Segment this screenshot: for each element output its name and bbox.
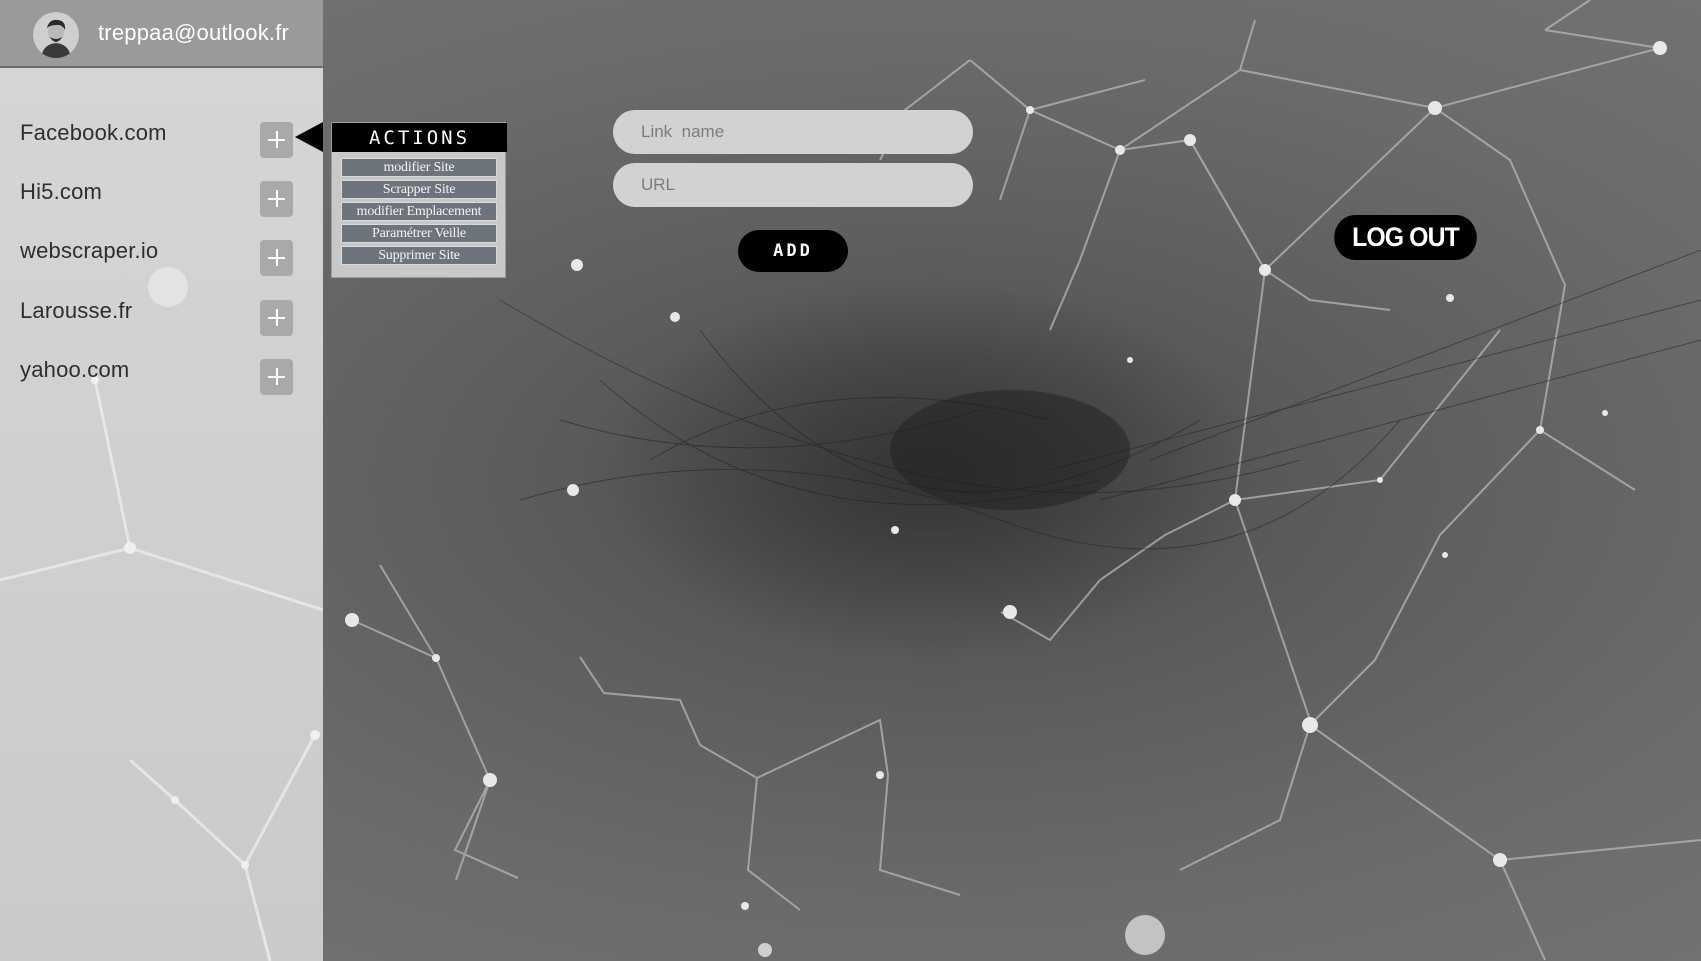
modify-site-button[interactable]: modifier Site bbox=[341, 158, 497, 177]
actions-menu: ACTIONS modifier Site Scrapper Site modi… bbox=[331, 122, 507, 278]
site-label[interactable]: Larousse.fr bbox=[20, 298, 132, 324]
site-item-facebook[interactable]: Facebook.com bbox=[0, 112, 323, 162]
url-input[interactable] bbox=[613, 163, 973, 207]
sidebar: treppaa@outlook.fr Facebook.com Hi5.com … bbox=[0, 0, 323, 961]
site-label[interactable]: Facebook.com bbox=[20, 120, 167, 146]
site-item-hi5[interactable]: Hi5.com bbox=[0, 171, 323, 221]
site-item-larousse[interactable]: Larousse.fr bbox=[0, 290, 323, 340]
logout-button[interactable]: LOG OUT bbox=[1334, 215, 1477, 260]
actions-menu-title: ACTIONS bbox=[332, 123, 507, 152]
site-item-yahoo[interactable]: yahoo.com bbox=[0, 349, 323, 399]
user-email: treppaa@outlook.fr bbox=[98, 20, 290, 45]
site-label[interactable]: Hi5.com bbox=[20, 179, 102, 205]
app-page: treppaa@outlook.fr Facebook.com Hi5.com … bbox=[0, 0, 1701, 961]
site-item-webscraper[interactable]: webscraper.io bbox=[0, 230, 323, 280]
add-action-button[interactable] bbox=[260, 122, 293, 158]
link-name-input[interactable] bbox=[613, 110, 973, 154]
site-label[interactable]: webscraper.io bbox=[20, 238, 158, 264]
avatar-portrait-icon bbox=[33, 12, 79, 58]
user-avatar[interactable] bbox=[33, 12, 79, 58]
actions-popup-pointer bbox=[295, 122, 323, 152]
add-action-button[interactable] bbox=[260, 300, 293, 336]
modify-location-button[interactable]: modifier Emplacement bbox=[341, 202, 497, 221]
site-label[interactable]: yahoo.com bbox=[20, 357, 129, 383]
add-button[interactable]: ADD bbox=[738, 230, 848, 272]
add-action-button[interactable] bbox=[260, 181, 293, 217]
add-action-button[interactable] bbox=[260, 240, 293, 276]
delete-site-button[interactable]: Supprimer Site bbox=[341, 246, 497, 265]
add-action-button[interactable] bbox=[260, 359, 293, 395]
user-header: treppaa@outlook.fr bbox=[0, 0, 323, 68]
scrape-site-button[interactable]: Scrapper Site bbox=[341, 180, 497, 199]
configure-watch-button[interactable]: Paramétrer Veille bbox=[341, 224, 497, 243]
